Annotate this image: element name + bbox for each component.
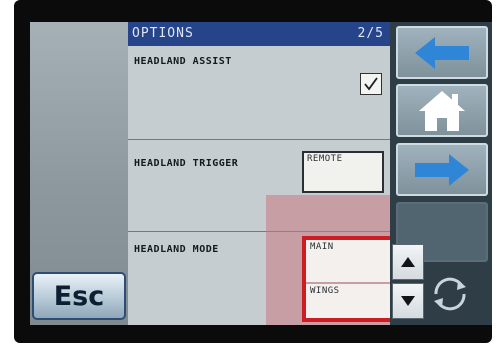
rotate-icon	[434, 277, 466, 311]
stepper-down-button[interactable]	[392, 283, 424, 319]
home-button[interactable]	[396, 84, 488, 137]
headland-assist-checkbox[interactable]	[360, 73, 382, 95]
triangle-up-icon	[401, 257, 415, 267]
page-title: OPTIONS	[132, 26, 194, 41]
row-headland-assist: HEADLAND ASSIST	[128, 46, 390, 140]
triangle-down-icon	[401, 296, 415, 306]
back-button[interactable]	[396, 26, 488, 79]
headland-trigger-label: HEADLAND TRIGGER	[134, 158, 239, 169]
forward-button[interactable]	[396, 143, 488, 196]
options-header: OPTIONS 2/5	[128, 22, 390, 46]
arrow-right-icon	[415, 153, 469, 186]
headland-trigger-field[interactable]: REMOTE	[302, 151, 384, 193]
arrow-left-icon	[415, 36, 469, 69]
headland-mode-label: HEADLAND MODE	[134, 244, 219, 255]
stepper-up-button[interactable]	[392, 244, 424, 280]
headland-assist-label: HEADLAND ASSIST	[134, 56, 232, 67]
home-icon	[419, 90, 465, 131]
esc-button[interactable]: Esc	[32, 272, 126, 320]
rotate-button[interactable]	[428, 272, 472, 316]
checkmark-icon	[364, 77, 378, 91]
page-indicator: 2/5	[357, 26, 384, 41]
screen: Esc OPTIONS 2/5 HEADLAND ASSIST HEADLAND…	[30, 22, 492, 325]
